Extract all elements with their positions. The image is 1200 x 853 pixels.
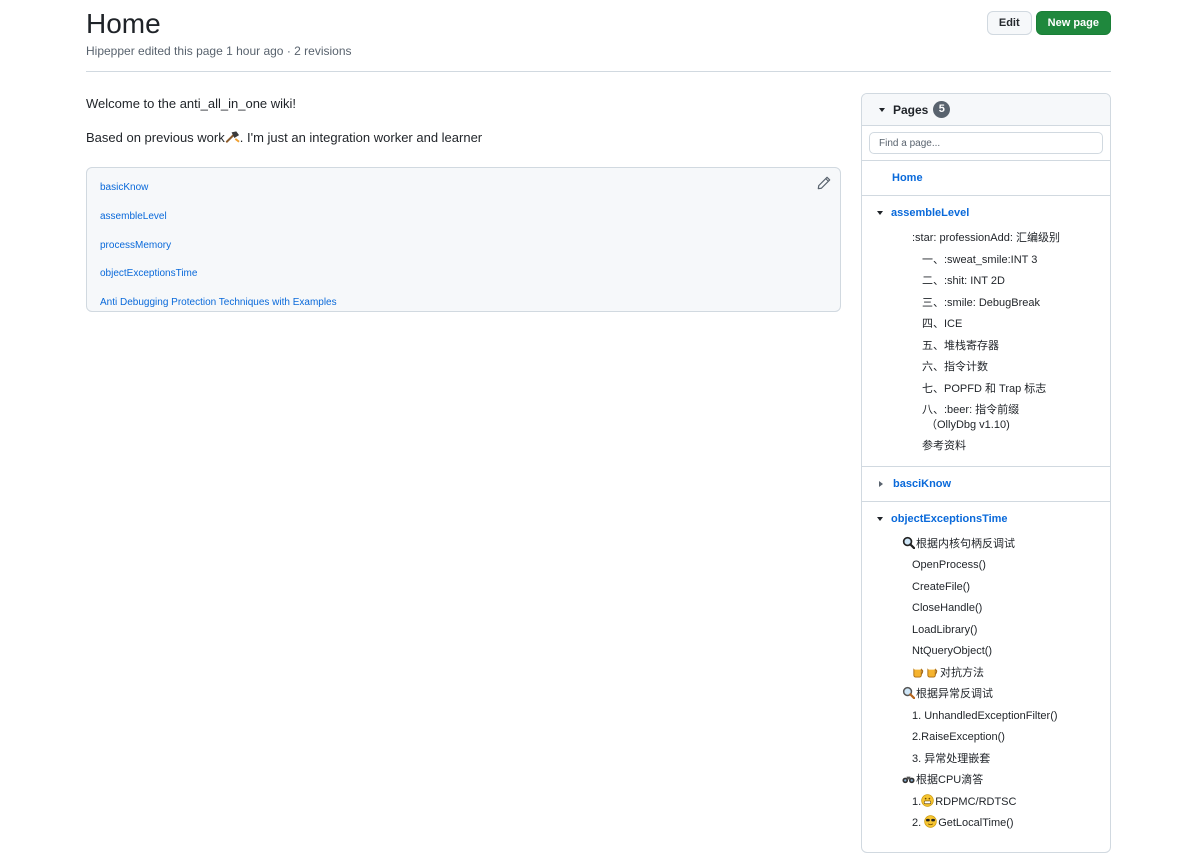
toc-item[interactable]: 三、:smile: DebugBreak — [862, 293, 1110, 315]
revision-meta: Hipepper edited this page 1 hour ago · 2… — [86, 44, 352, 58]
caret-down-icon — [877, 211, 883, 215]
toc-item-number: 1. — [912, 795, 922, 808]
section-title: objectExceptionsTime — [891, 512, 1008, 525]
toc-item[interactable]: 八、:beer: 指令前缀 — [862, 400, 1110, 418]
toc-item[interactable]: CreateFile() — [862, 577, 1110, 599]
toc-item-number: 2. — [912, 817, 922, 829]
sidebar-item-assemblelevel[interactable]: assembleLevel — [862, 204, 1110, 222]
header-divider — [86, 71, 1111, 72]
toc-item[interactable]: 四、ICE — [862, 314, 1110, 336]
section-title: basciKnow — [893, 477, 952, 490]
object-toc: 根据内核句柄反调试 OpenProcess() CreateFile() Clo… — [862, 534, 1110, 835]
toc-item-label: 根据内核句柄反调试 — [916, 537, 1015, 550]
toc-item[interactable]: 1. UnhandledExceptionFilter() — [862, 706, 1110, 728]
sunglasses-face-icon — [924, 815, 937, 828]
find-page-input[interactable] — [869, 132, 1103, 154]
section-title: assembleLevel — [891, 207, 970, 219]
toc-item[interactable]: 2. GetLocalTime() — [862, 813, 1110, 835]
toc-item[interactable]: 二、:shit: INT 2D — [862, 271, 1110, 293]
toc-item[interactable]: 根据异常反调试 — [862, 684, 1110, 706]
pages-sidebar: Pages 5 Home assembleLevel :star: profes… — [861, 93, 1111, 853]
magnifier-icon — [902, 536, 915, 549]
link-anti-debugging[interactable]: Anti Debugging Protection Techniques wit… — [100, 289, 827, 318]
sidebar-item-objectexceptionstime[interactable]: objectExceptionsTime — [862, 510, 1110, 528]
link-processmemory[interactable]: processMemory — [100, 232, 827, 261]
based-on-text: Based on previous work . I'm just an inte… — [86, 129, 841, 147]
sidebar-section-objectexceptionstime: objectExceptionsTime 根据内核句柄反调试 OpenProce… — [862, 502, 1110, 843]
edit-button[interactable]: Edit — [986, 11, 1032, 35]
toc-item-label: 根据异常反调试 — [916, 688, 993, 700]
toc-item[interactable]: 五、堆栈寄存器 — [862, 336, 1110, 358]
sidebar-item-home[interactable]: Home — [862, 169, 1110, 187]
toc-item-label: GetLocalTime() — [938, 817, 1014, 829]
wiki-content: Welcome to the anti_all_in_one wiki! Bas… — [86, 95, 841, 312]
beer-mug-icon — [927, 666, 938, 678]
toc-item[interactable]: 对抗方法 — [862, 663, 1110, 685]
pencil-icon[interactable] — [817, 176, 831, 190]
link-basicknow[interactable]: basicKnow — [100, 174, 827, 203]
caret-down-icon — [877, 516, 883, 521]
pages-count-badge: 5 — [933, 101, 951, 118]
grimacing-face-icon — [921, 793, 934, 807]
toc-item[interactable]: LoadLibrary() — [862, 620, 1110, 642]
toc-item[interactable]: 参考资料 — [862, 436, 1110, 458]
toc-item[interactable]: 2.RaiseException() — [862, 727, 1110, 749]
based-on-text-end: . I'm just an integration worker and lea… — [239, 130, 483, 145]
toc-item[interactable]: :star: professionAdd: 汇编级别 — [862, 228, 1110, 250]
link-assemblelevel[interactable]: assembleLevel — [100, 203, 827, 232]
toc-item[interactable]: 1. RDPMC/RDTSC — [862, 792, 1110, 814]
toc-item[interactable]: 七、POPFD 和 Trap 标志 — [862, 379, 1110, 401]
toc-item[interactable]: 根据内核句柄反调试 — [862, 534, 1110, 556]
hammer-emoji-icon — [225, 131, 240, 143]
page-title: Home — [86, 8, 161, 39]
based-on-text-start: Based on previous work — [86, 130, 225, 145]
caret-down-icon — [879, 107, 885, 112]
toc-item[interactable]: 根据CPU滴答 — [862, 770, 1110, 792]
toc-item-label: RDPMC/RDTSC — [935, 795, 1017, 808]
toc-item-continued[interactable]: （OllyDbg v1.10) — [862, 418, 1110, 436]
assemble-toc: :star: professionAdd: 汇编级别 一、:sweat_smil… — [862, 228, 1110, 458]
header-actions: Edit New page — [986, 11, 1111, 35]
new-page-button[interactable]: New page — [1035, 11, 1111, 35]
toc-item[interactable]: 一、:sweat_smile:INT 3 — [862, 250, 1110, 272]
toc-item-label: 根据CPU滴答 — [916, 774, 984, 786]
sidebar-section-home: Home — [862, 161, 1110, 196]
toc-item[interactable]: CloseHandle() — [862, 598, 1110, 620]
magnifier-icon — [902, 686, 915, 699]
sidebar-section-basciknow: basciKnow — [862, 467, 1110, 502]
pages-header[interactable]: Pages 5 — [862, 94, 1110, 126]
caret-right-icon — [879, 480, 883, 487]
toc-item[interactable]: OpenProcess() — [862, 555, 1110, 577]
beer-mug-icon — [913, 666, 924, 678]
pages-title: Pages — [893, 102, 929, 117]
page-links-box: basicKnow assembleLevel processMemory ob… — [86, 167, 841, 312]
link-objectexceptionstime[interactable]: objectExceptionsTime — [100, 260, 827, 289]
page-header: Home Hipepper edited this page 1 hour ag… — [86, 8, 1111, 58]
toc-item[interactable]: 3. 异常处理嵌套 — [862, 749, 1110, 771]
sidebar-item-basciknow[interactable]: basciKnow — [862, 475, 1110, 493]
toc-item[interactable]: 六、指令计数 — [862, 357, 1110, 379]
sidebar-section-assemblelevel: assembleLevel :star: professionAdd: 汇编级别… — [862, 196, 1110, 467]
welcome-text: Welcome to the anti_all_in_one wiki! — [86, 96, 297, 111]
binoculars-icon — [902, 776, 915, 784]
toc-item-label: 对抗方法 — [940, 666, 984, 679]
page-search — [862, 126, 1110, 161]
toc-item[interactable]: NtQueryObject() — [862, 641, 1110, 663]
